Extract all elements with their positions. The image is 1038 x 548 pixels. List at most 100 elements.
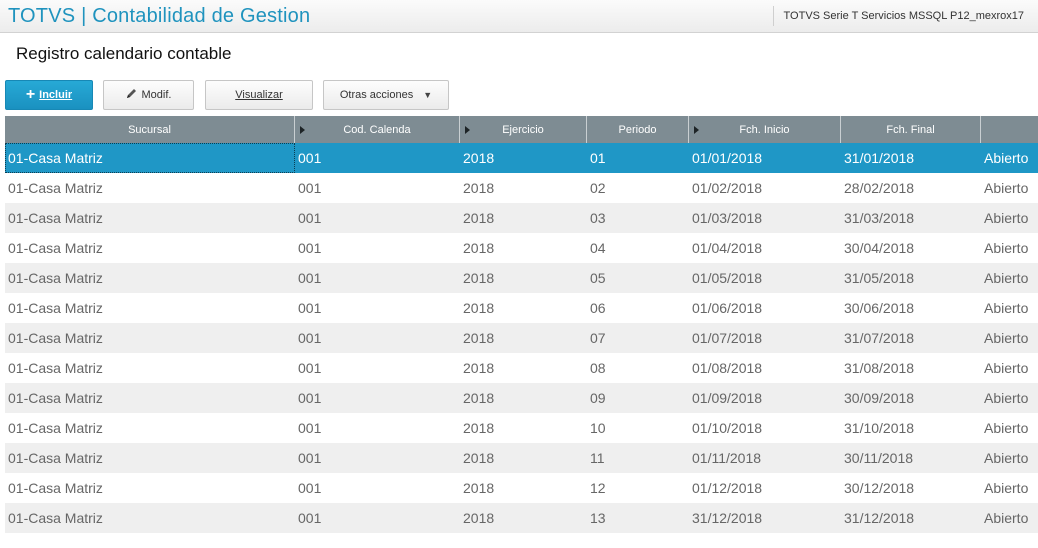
cell-ejercicio: 2018: [463, 480, 495, 496]
cell-fch-inicio: 01/07/2018: [692, 330, 763, 346]
cell-cod-calenda: 001: [298, 330, 322, 346]
cell-status: Abierto: [984, 210, 1029, 226]
cell-fch-final: 31/08/2018: [844, 360, 915, 376]
column-header-sucursal[interactable]: Sucursal: [5, 116, 295, 143]
cell-fch-inicio: 01/02/2018: [692, 180, 763, 196]
table-row[interactable]: 01-Casa Matriz 001 2018 13 31/12/2018 31/12/2…: [5, 503, 1038, 533]
cell-status: Abierto: [984, 390, 1029, 406]
cell-cod-calenda: 001: [298, 510, 322, 526]
cell-fch-final: 31/10/2018: [844, 420, 915, 436]
cell-ejercicio: 2018: [463, 240, 495, 256]
page-title: Registro calendario contable: [16, 44, 232, 63]
cell-periodo: 04: [590, 240, 606, 256]
cell-periodo: 12: [590, 480, 606, 496]
grid-header: Sucursal Cod. Calenda Ejercicio Periodo …: [5, 116, 1038, 143]
incluir-button[interactable]: + Incluir: [5, 80, 93, 110]
table-row[interactable]: 01-Casa Matriz 001 2018 04 01/04/2018 30/04/2…: [5, 233, 1038, 263]
cell-cod-calenda: 001: [298, 390, 322, 406]
table-row[interactable]: 01-Casa Matriz 001 2018 06 01/06/2018 30/06/2…: [5, 293, 1038, 323]
cell-ejercicio: 2018: [463, 150, 495, 166]
cell-status: Abierto: [984, 150, 1029, 166]
visualizar-button[interactable]: Visualizar: [205, 80, 313, 110]
cell-ejercicio: 2018: [463, 210, 495, 226]
column-header-label: Cod. Calenda: [343, 123, 411, 136]
cell-fch-final: 31/07/2018: [844, 330, 915, 346]
column-header-label: Sucursal: [128, 123, 171, 136]
column-header-status[interactable]: [981, 116, 1038, 143]
table-row[interactable]: 01-Casa Matriz 001 2018 10 01/10/2018 31/10/2…: [5, 413, 1038, 443]
table-row[interactable]: 01-Casa Matriz 001 2018 01 01/01/2018 31/01/2…: [5, 143, 1038, 173]
cell-sucursal: 01-Casa Matriz: [8, 390, 103, 406]
cell-sucursal: 01-Casa Matriz: [8, 210, 103, 226]
cell-sucursal: 01-Casa Matriz: [8, 480, 103, 496]
app-title: TOTVS | Contabilidad de Gestion: [8, 5, 311, 27]
cell-cod-calenda: 001: [298, 210, 322, 226]
table-row[interactable]: 01-Casa Matriz 001 2018 11 01/11/2018 30/11/2…: [5, 443, 1038, 473]
cell-status: Abierto: [984, 300, 1029, 316]
modif-button[interactable]: Modif.: [103, 80, 194, 110]
cell-fch-inicio: 01/09/2018: [692, 390, 763, 406]
cell-sucursal: 01-Casa Matriz: [8, 330, 103, 346]
table-row[interactable]: 01-Casa Matriz 001 2018 07 01/07/2018 31/07/2…: [5, 323, 1038, 353]
cell-periodo: 01: [590, 150, 606, 166]
cell-sucursal: 01-Casa Matriz: [8, 510, 103, 526]
column-header-ejercicio[interactable]: Ejercicio: [460, 116, 587, 143]
table-row[interactable]: 01-Casa Matriz 001 2018 02 01/02/2018 28/02/2…: [5, 173, 1038, 203]
cell-ejercicio: 2018: [463, 180, 495, 196]
table-row[interactable]: 01-Casa Matriz 001 2018 12 01/12/2018 30/12/2…: [5, 473, 1038, 503]
table-row[interactable]: 01-Casa Matriz 001 2018 05 01/05/2018 31/05/2…: [5, 263, 1038, 293]
cell-sucursal: 01-Casa Matriz: [5, 143, 295, 173]
column-header-label: Fch. Final: [886, 123, 935, 136]
column-arrow-icon: [465, 126, 470, 134]
cell-status: Abierto: [984, 360, 1029, 376]
cell-ejercicio: 2018: [463, 420, 495, 436]
cell-ejercicio: 2018: [463, 510, 495, 526]
table-row[interactable]: 01-Casa Matriz 001 2018 08 01/08/2018 31/08/2…: [5, 353, 1038, 383]
cell-cod-calenda: 001: [298, 450, 322, 466]
cell-sucursal: 01-Casa Matriz: [8, 360, 103, 376]
cell-fch-final: 30/06/2018: [844, 300, 915, 316]
column-header-label: Fch. Inicio: [739, 123, 790, 136]
cell-ejercicio: 2018: [463, 270, 495, 286]
modif-label: Modif.: [141, 89, 172, 101]
cell-fch-inicio: 31/12/2018: [692, 510, 763, 526]
cell-fch-inicio: 01/12/2018: [692, 480, 763, 496]
column-header-fch-final[interactable]: Fch. Final: [841, 116, 981, 143]
cell-periodo: 05: [590, 270, 606, 286]
top-bar: TOTVS | Contabilidad de Gestion TOTVS Se…: [0, 0, 1038, 33]
cell-periodo: 03: [590, 210, 606, 226]
cell-periodo: 10: [590, 420, 606, 436]
grid-body: 01-Casa Matriz 001 2018 01 01/01/2018 31/01/2…: [5, 143, 1038, 533]
incluir-label: Incluir: [39, 89, 73, 101]
column-header-cod-calenda[interactable]: Cod. Calenda: [295, 116, 460, 143]
cell-status: Abierto: [984, 240, 1029, 256]
cell-sucursal: 01-Casa Matriz: [8, 300, 103, 316]
cell-periodo: 11: [590, 450, 605, 466]
table-row[interactable]: 01-Casa Matriz 001 2018 03 01/03/2018 31/03/2…: [5, 203, 1038, 233]
cell-fch-final: 31/12/2018: [844, 510, 915, 526]
cell-ejercicio: 2018: [463, 360, 495, 376]
cell-ejercicio: 2018: [463, 390, 495, 406]
column-arrow-icon: [694, 126, 699, 134]
cell-fch-inicio: 01/11/2018: [692, 450, 762, 466]
caret-down-icon: ▼: [423, 90, 433, 100]
cell-cod-calenda: 001: [298, 360, 322, 376]
column-header-label: Periodo: [618, 123, 657, 136]
table-row[interactable]: 01-Casa Matriz 001 2018 09 01/09/2018 30/09/2…: [5, 383, 1038, 413]
cell-fch-final: 30/12/2018: [844, 480, 915, 496]
calendar-grid: Sucursal Cod. Calenda Ejercicio Periodo …: [5, 116, 1038, 533]
cell-cod-calenda: 001: [298, 420, 322, 436]
cell-status: Abierto: [984, 330, 1029, 346]
otras-acciones-button[interactable]: Otras acciones ▼: [323, 80, 449, 110]
cell-periodo: 07: [590, 330, 606, 346]
cell-ejercicio: 2018: [463, 450, 495, 466]
cell-sucursal: 01-Casa Matriz: [8, 450, 103, 466]
cell-fch-final: 31/05/2018: [844, 270, 915, 286]
column-header-periodo[interactable]: Periodo: [587, 116, 689, 143]
column-header-fch-inicio[interactable]: Fch. Inicio: [689, 116, 841, 143]
cell-cod-calenda: 001: [298, 150, 322, 166]
cell-status: Abierto: [984, 480, 1029, 496]
cell-ejercicio: 2018: [463, 300, 495, 316]
cell-fch-final: 30/09/2018: [844, 390, 915, 406]
column-arrow-icon: [300, 126, 305, 134]
